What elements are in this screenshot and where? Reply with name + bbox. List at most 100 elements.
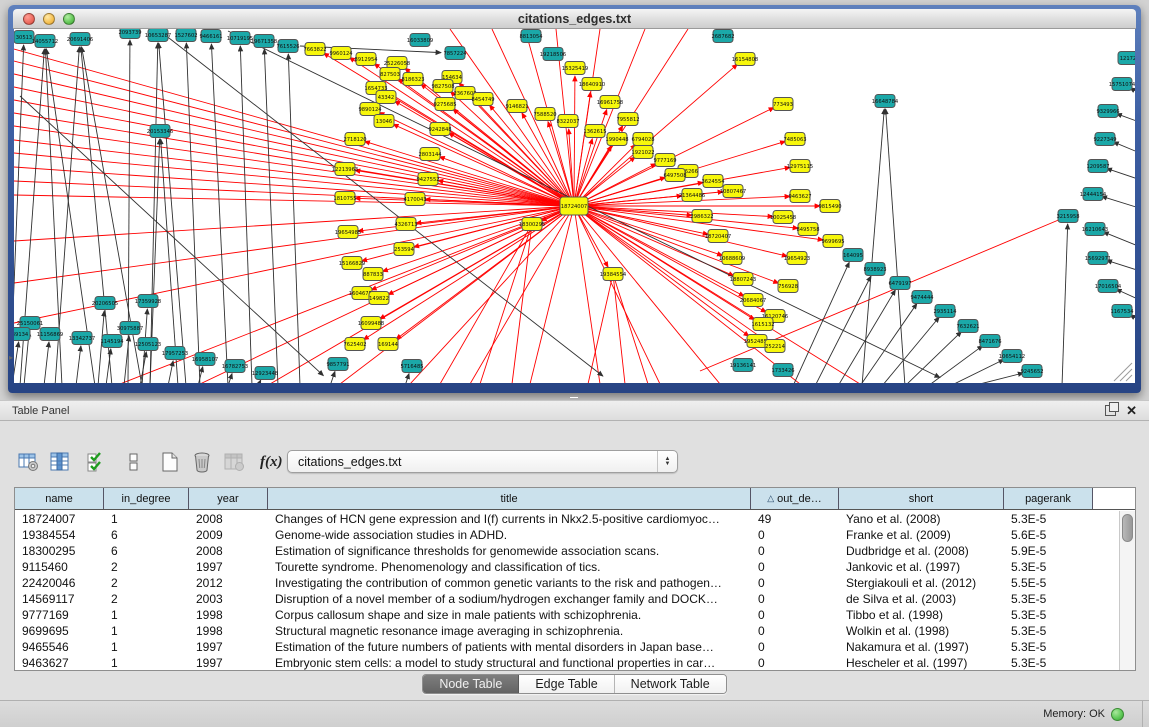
- graph-node[interactable]: 20684067: [740, 294, 766, 307]
- graph-node[interactable]: 1209587: [1086, 160, 1109, 173]
- graph-node[interactable]: 9474444: [910, 291, 934, 304]
- table-row[interactable]: 1456911722003Disruption of a novel membe…: [15, 591, 1119, 607]
- graph-node[interactable]: 12172: [1118, 52, 1135, 65]
- column-header-out_de[interactable]: △out_de…: [751, 488, 839, 509]
- graph-node[interactable]: 43342: [376, 91, 396, 104]
- column-header-in_degree[interactable]: in_degree: [104, 488, 189, 509]
- graph-node[interactable]: 9427552: [416, 173, 439, 186]
- graph-node[interactable]: 18807243: [730, 273, 756, 286]
- table-settings-icon[interactable]: [16, 450, 40, 474]
- graph-node[interactable]: 9699695: [821, 235, 844, 248]
- graph-node[interactable]: 164095: [843, 249, 863, 262]
- graph-node[interactable]: 8912954: [354, 53, 378, 66]
- tab-node-table[interactable]: Node Table: [423, 675, 519, 693]
- graph-node[interactable]: 8938923: [863, 263, 886, 276]
- graph-node[interactable]: 8322037: [556, 115, 579, 128]
- graph-node[interactable]: 14055712: [32, 35, 58, 48]
- graph-node[interactable]: 7625402: [343, 338, 366, 351]
- table-row[interactable]: 1872400712008Changes of HCN gene express…: [15, 511, 1119, 527]
- close-panel-icon[interactable]: ✕: [1126, 405, 1137, 416]
- graph-node[interactable]: 9815490: [818, 200, 841, 213]
- graph-node[interactable]: 12213963: [332, 163, 358, 176]
- graph-node[interactable]: 10025458: [770, 211, 796, 224]
- graph-node[interactable]: 2986322: [690, 210, 713, 223]
- table-row[interactable]: 946554611997Estimation of the future num…: [15, 639, 1119, 655]
- graph-node[interactable]: 20153346: [147, 125, 173, 138]
- float-panel-icon[interactable]: [1105, 405, 1116, 416]
- graph-node[interactable]: 10807467: [720, 185, 746, 198]
- column-header-pagerank[interactable]: pagerank: [1004, 488, 1093, 509]
- graph-node[interactable]: 7485063: [783, 133, 806, 146]
- graph-node[interactable]: 15166829: [339, 257, 365, 270]
- graph-node[interactable]: 12923448: [252, 367, 278, 380]
- graph-node[interactable]: 16154808: [732, 53, 758, 66]
- graph-node[interactable]: 252214: [765, 340, 786, 353]
- graph-node[interactable]: 1615132: [751, 318, 774, 331]
- graph-node[interactable]: 8454749: [471, 93, 494, 106]
- graph-node[interactable]: 7663822: [303, 43, 326, 56]
- graph-node[interactable]: 15751074: [1109, 78, 1135, 91]
- canvas-resize-grip[interactable]: [1114, 363, 1132, 381]
- graph-node[interactable]: 16033809: [407, 34, 433, 47]
- graph-node[interactable]: 7632621: [956, 320, 979, 333]
- graph-node[interactable]: 6479197: [888, 277, 911, 290]
- graph-node[interactable]: 9146821: [505, 100, 528, 113]
- graph-node[interactable]: 16648784: [872, 95, 899, 108]
- graph-node[interactable]: 10688609: [719, 252, 745, 265]
- graph-node[interactable]: 2093739: [118, 29, 141, 39]
- graph-node[interactable]: 18300295: [519, 218, 545, 231]
- table-row[interactable]: 1830029562008Estimation of significance …: [15, 543, 1119, 559]
- graph-node[interactable]: 9857791: [326, 358, 349, 371]
- graph-node[interactable]: 16782753: [222, 360, 248, 373]
- graph-node[interactable]: 12975115: [787, 160, 813, 173]
- graph-node[interactable]: 2803144: [418, 148, 442, 161]
- graph-node[interactable]: 9890124: [358, 103, 382, 116]
- graph-node[interactable]: 12505123: [135, 338, 161, 351]
- table-row[interactable]: 969969511998Structural magnetic resonanc…: [15, 623, 1119, 639]
- graph-node[interactable]: 1810755: [333, 192, 356, 205]
- graph-node[interactable]: 827503: [380, 68, 400, 81]
- graph-node[interactable]: 21364486: [679, 189, 705, 202]
- graph-node[interactable]: 8495758: [796, 223, 819, 236]
- graph-node[interactable]: 887833: [363, 268, 383, 281]
- graph-node[interactable]: 6794028: [631, 133, 654, 146]
- graph-node[interactable]: 17016504: [1095, 280, 1122, 293]
- network-view-canvas[interactable]: 3051314055712206914062093739106532871527…: [14, 29, 1135, 383]
- splitter-grip[interactable]: [570, 395, 578, 398]
- graph-node[interactable]: 253594: [394, 243, 415, 256]
- graph-node[interactable]: 19218506: [540, 48, 566, 61]
- graph-node[interactable]: 1733426: [771, 364, 794, 377]
- graph-node[interactable]: 3215958: [1056, 210, 1079, 223]
- graph-node[interactable]: 15325419: [562, 62, 588, 75]
- column-header-title[interactable]: title: [268, 488, 751, 509]
- graph-node[interactable]: 20691406: [67, 33, 93, 46]
- graph-node[interactable]: 7857224: [443, 47, 467, 60]
- graph-node[interactable]: 9329966: [1096, 105, 1119, 118]
- panel-collapse-arrow[interactable]: ▸: [9, 353, 13, 362]
- graph-node[interactable]: 8471676: [978, 335, 1001, 348]
- graph-node[interactable]: 2935114: [933, 305, 957, 318]
- graph-node[interactable]: 10653287: [145, 29, 171, 42]
- graph-node[interactable]: 20206505: [92, 297, 118, 310]
- graph-node[interactable]: 16210643: [1082, 223, 1108, 236]
- graph-node[interactable]: 19384554: [600, 268, 627, 281]
- graph-node[interactable]: 2687682: [711, 30, 734, 43]
- delete-rows-icon[interactable]: [190, 450, 214, 474]
- column-chooser-icon[interactable]: [48, 450, 72, 474]
- scrollbar-thumb[interactable]: [1122, 514, 1133, 542]
- tab-edge-table[interactable]: Edge Table: [519, 675, 614, 693]
- graph-node[interactable]: 19654985: [335, 226, 361, 239]
- graph-node[interactable]: 16099488: [358, 317, 384, 330]
- graph-node[interactable]: 13046: [374, 115, 394, 128]
- graph-node[interactable]: 19671358: [251, 35, 277, 48]
- function-builder-icon[interactable]: f(x): [260, 454, 283, 471]
- window-titlebar[interactable]: citations_edges.txt: [13, 9, 1136, 29]
- graph-node[interactable]: 17359928: [135, 295, 161, 308]
- graph-node[interactable]: 9463627: [788, 190, 811, 203]
- graph-node[interactable]: 1362615: [583, 125, 606, 138]
- graph-node[interactable]: 30975887: [117, 322, 143, 335]
- graph-node[interactable]: 10719195: [227, 32, 253, 45]
- graph-node[interactable]: 9960124: [329, 47, 353, 60]
- graph-node[interactable]: 1167534: [1110, 305, 1134, 318]
- graph-node[interactable]: 9245652: [1020, 365, 1043, 378]
